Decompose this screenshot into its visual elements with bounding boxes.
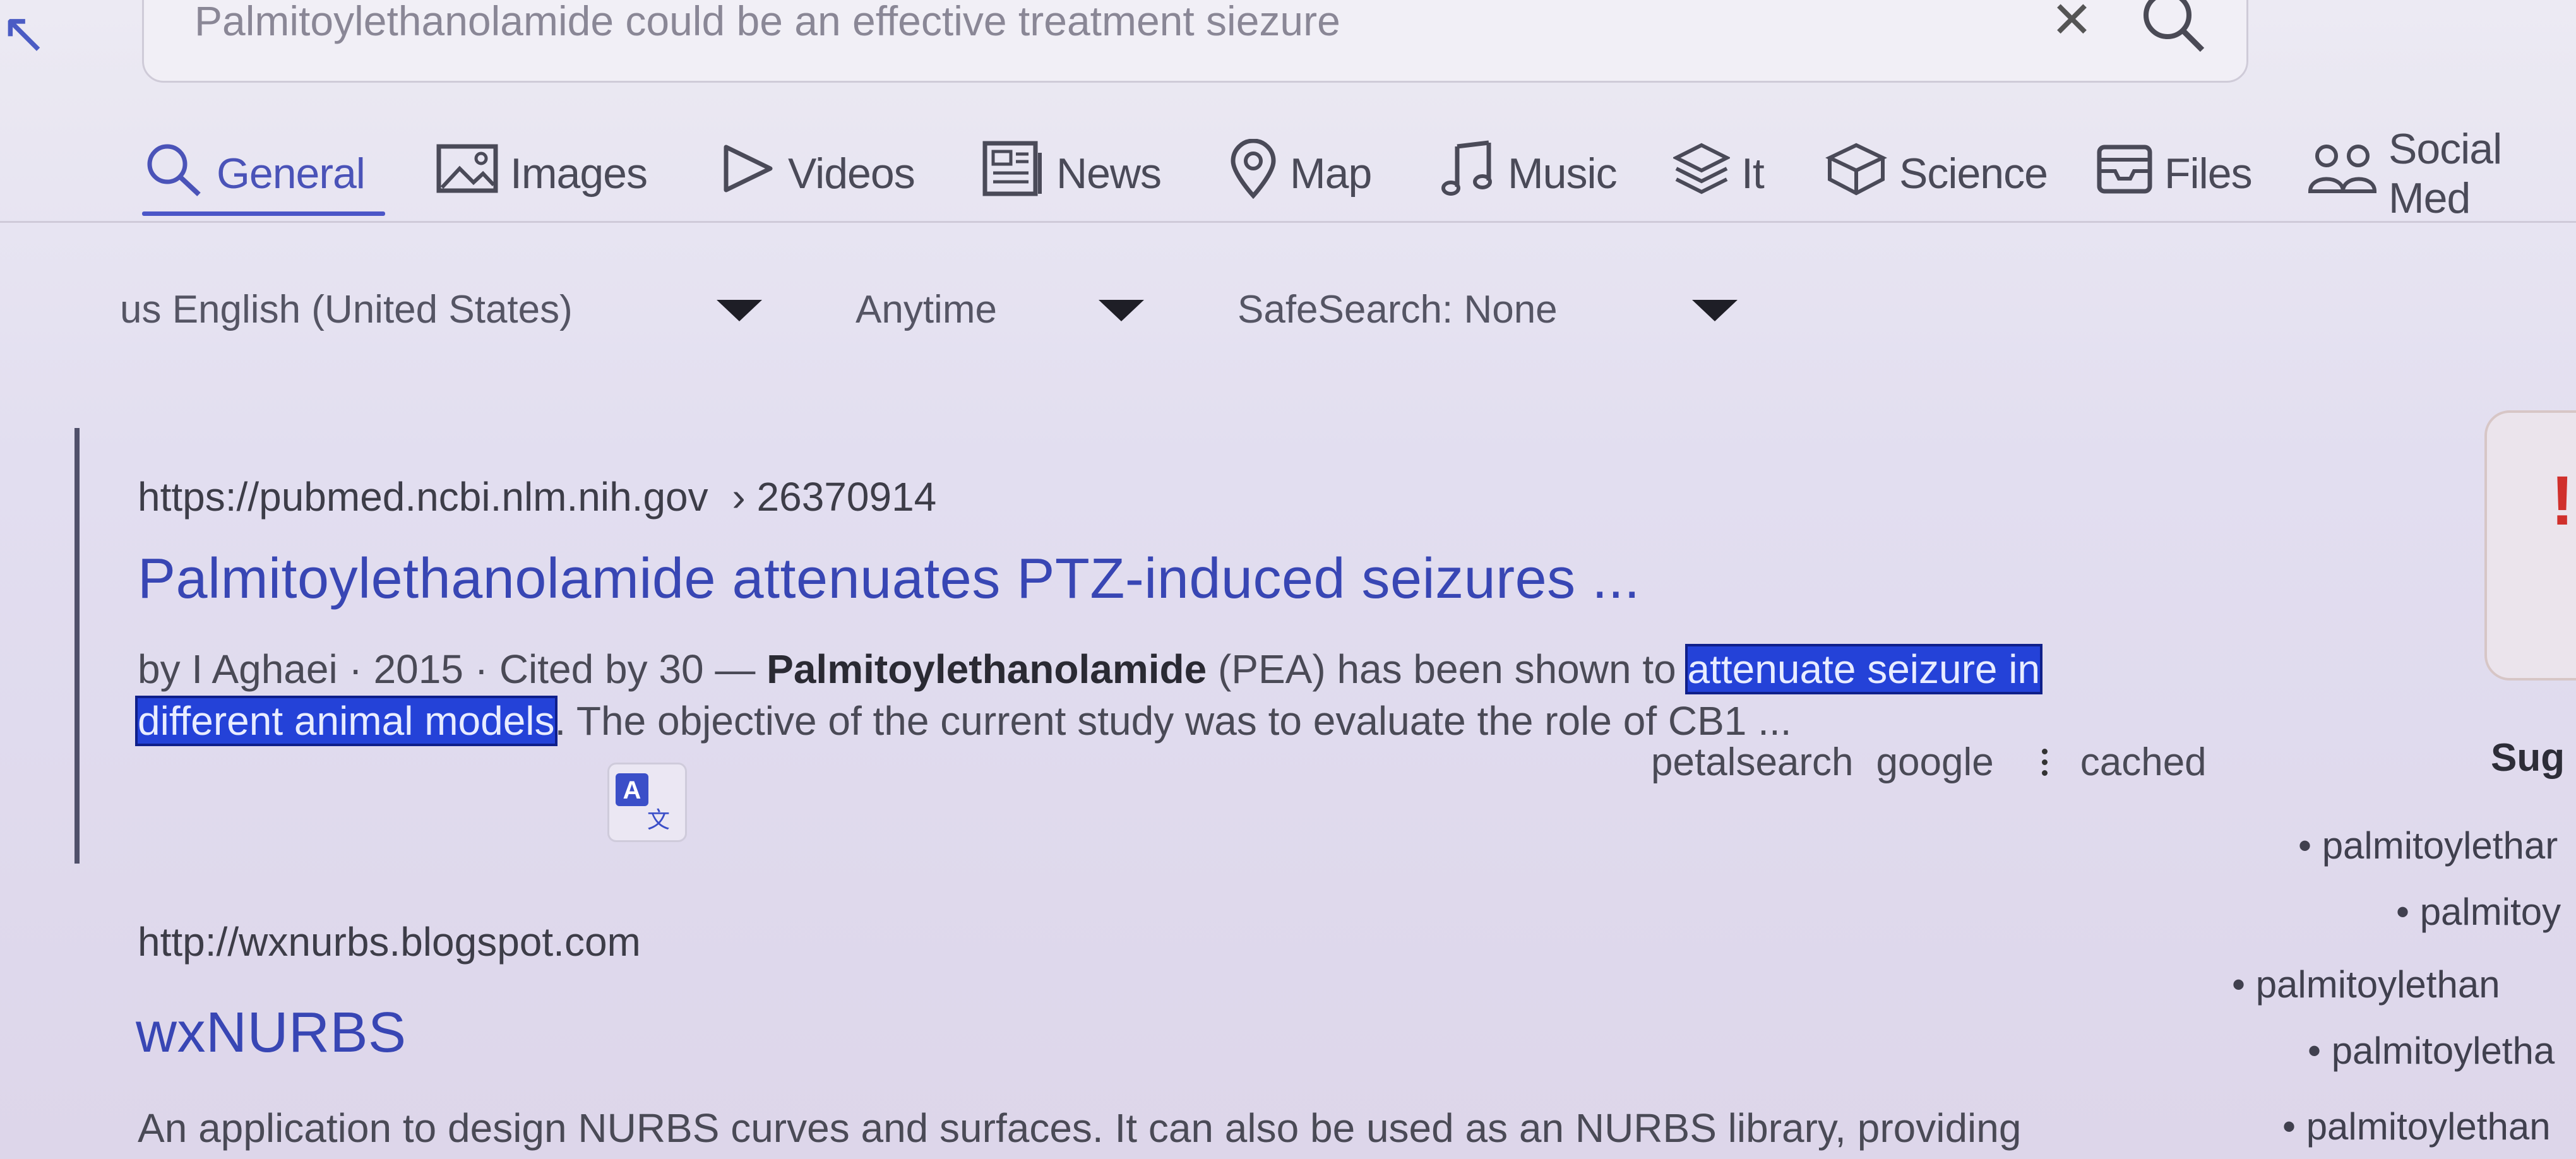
result-snippet: An application to design NURBS curves an…: [138, 1105, 2022, 1151]
active-tab-indicator: [142, 211, 385, 216]
tab-it[interactable]: It: [1672, 139, 1765, 208]
alert-icon: !: [2551, 462, 2574, 540]
inbox-icon: [2096, 142, 2153, 206]
result-url[interactable]: https://pubmed.ncbi.nlm.nih.gov › 263709…: [138, 473, 936, 520]
back-arrow-icon[interactable]: ↖: [0, 0, 47, 66]
tab-videos[interactable]: Videos: [720, 139, 915, 208]
result-domain: https://pubmed.ncbi.nlm.nih.gov: [138, 474, 708, 520]
tab-files[interactable]: Files: [2096, 139, 2253, 208]
map-pin-icon: [1228, 138, 1279, 209]
tab-label: Science: [1899, 150, 2048, 198]
suggestion-label: palmitoylethan: [2306, 1105, 2551, 1148]
tab-general[interactable]: General: [142, 139, 366, 208]
suggestion-label: palmitoylethan: [2255, 963, 2500, 1006]
svg-text:文: 文: [647, 807, 670, 833]
suggestion-label: palmitoyletha: [2331, 1030, 2555, 1072]
language-filter[interactable]: us English (United States): [120, 287, 573, 332]
snippet-text: (PEA) has been shown to: [1207, 646, 1688, 692]
clear-icon[interactable]: ✕: [2051, 0, 2093, 49]
result-focus-bar: [75, 428, 80, 864]
language-dropdown-icon[interactable]: [717, 300, 762, 321]
time-filter[interactable]: Anytime: [856, 287, 997, 332]
snippet-selection-1[interactable]: attenuate seizure in: [1685, 644, 2043, 694]
suggestion-label: palmitoy: [2419, 891, 2561, 933]
result-title-link[interactable]: Palmitoylethanolamide attenuates PTZ-ind…: [138, 547, 1640, 612]
search-icon: [142, 140, 205, 207]
snippet-selection-2[interactable]: different animal models: [135, 696, 558, 746]
side-alert-card[interactable]: [2484, 410, 2576, 681]
tab-label: It: [1741, 150, 1765, 198]
search-icon[interactable]: [2139, 0, 2209, 59]
tab-science[interactable]: Science: [1825, 139, 2048, 208]
tab-social-media[interactable]: Social Med: [2308, 125, 2576, 222]
layers-icon: [1672, 140, 1731, 207]
translate-button[interactable]: A 文: [607, 763, 687, 842]
result-snippet-line-2: different animal models. The objective o…: [135, 696, 1792, 746]
tab-label: Files: [2164, 150, 2253, 198]
cached-link[interactable]: cached: [2080, 740, 2207, 785]
tab-music[interactable]: Music: [1440, 139, 1618, 209]
snippet-bold-term: Palmitoylethanolamide: [766, 646, 1207, 692]
tab-label: General: [217, 150, 366, 198]
suggestion-item[interactable]: • palmitoy: [2396, 890, 2561, 934]
music-note-icon: [1440, 139, 1496, 209]
result-title-link[interactable]: wxNURBS: [136, 1001, 407, 1066]
result-snippet-line-1: by I Aghaei · 2015 · Cited by 30 — Palmi…: [138, 644, 2043, 694]
suggestion-item[interactable]: • palmitoylethar: [2298, 824, 2558, 867]
tab-news[interactable]: News: [982, 139, 1162, 208]
play-icon: [720, 143, 777, 204]
tab-images[interactable]: Images: [436, 139, 648, 208]
result-meta: by I Aghaei · 2015 · Cited by 30 —: [138, 646, 767, 692]
suggestion-item[interactable]: • palmitoyletha: [2308, 1029, 2555, 1073]
translate-icon: A 文: [616, 773, 670, 833]
people-icon: [2308, 142, 2377, 206]
petalsearch-link[interactable]: petalsearch: [1651, 740, 1854, 785]
tab-label: Music: [1508, 150, 1618, 198]
svg-text:A: A: [623, 776, 641, 804]
safesearch-filter[interactable]: SafeSearch: None: [1237, 287, 1558, 332]
google-link[interactable]: google: [1876, 740, 1994, 785]
search-bar[interactable]: Palmitoylethanolamide could be an effect…: [142, 0, 2248, 83]
search-input[interactable]: Palmitoylethanolamide could be an effect…: [194, 0, 1340, 45]
suggestion-label: palmitoylethar: [2322, 824, 2558, 867]
tabs-divider: [0, 221, 2576, 223]
suggestion-item[interactable]: • palmitoylethan: [2282, 1105, 2551, 1148]
tab-label: Videos: [788, 150, 915, 198]
tab-label: Map: [1290, 150, 1372, 198]
snippet-text: . The objective of the current study was…: [554, 698, 1792, 744]
suggestions-heading: Sug: [2491, 736, 2565, 780]
cube-icon: [1825, 140, 1888, 207]
result-links: petalsearch google cached: [1651, 740, 2207, 785]
result-url[interactable]: http://wxnurbs.blogspot.com: [138, 918, 641, 965]
suggestion-item[interactable]: • palmitoylethan: [2232, 963, 2500, 1006]
result-path: › 26370914: [732, 474, 937, 520]
tab-label: Social Med: [2388, 125, 2502, 222]
tab-map[interactable]: Map: [1228, 138, 1372, 209]
time-dropdown-icon[interactable]: [1099, 300, 1144, 321]
image-icon: [436, 143, 499, 204]
tab-label: News: [1056, 150, 1162, 198]
newspaper-icon: [982, 140, 1045, 207]
safesearch-dropdown-icon[interactable]: [1692, 300, 1738, 321]
tab-label: Images: [510, 150, 648, 198]
more-options-icon[interactable]: [2041, 749, 2048, 776]
